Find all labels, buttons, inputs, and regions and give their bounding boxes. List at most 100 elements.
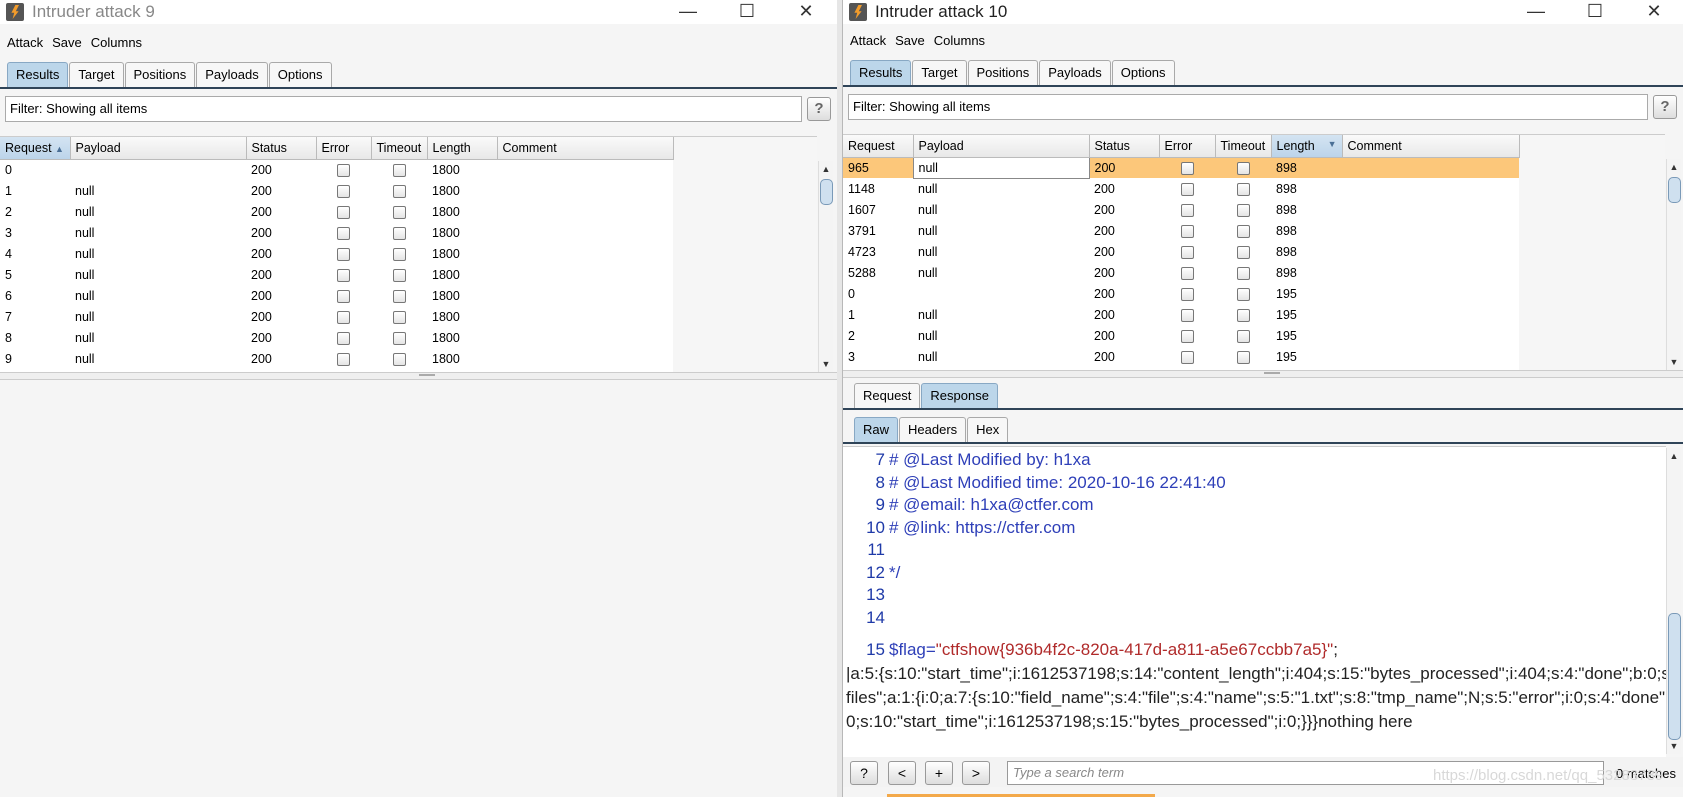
table-row[interactable]: 1 null 200 195 [843, 304, 1519, 325]
checkbox[interactable] [392, 352, 406, 366]
checkbox[interactable] [1236, 308, 1250, 322]
col-error[interactable]: Error [1159, 135, 1216, 158]
checkbox[interactable] [1180, 182, 1194, 196]
tab-target[interactable]: Target [912, 60, 967, 85]
tab-payloads[interactable]: Payloads [196, 62, 268, 87]
checkbox[interactable] [392, 184, 406, 198]
checkbox[interactable] [392, 289, 406, 303]
tab-results[interactable]: Results [850, 60, 912, 85]
checkbox[interactable] [337, 247, 350, 261]
table-row[interactable]: 1 null 200 1800 [0, 180, 673, 201]
table-row[interactable]: 6 null 200 1800 [0, 285, 673, 306]
filter-bar[interactable]: Filter: Showing all items [848, 94, 1648, 120]
col-timeout[interactable]: Timeout [1215, 135, 1272, 158]
response-body[interactable]: 7 # @Last Modified by: h1xa 8 # @Last Modif… [843, 446, 1666, 757]
checkbox[interactable] [1236, 266, 1250, 280]
checkbox[interactable] [1180, 329, 1194, 343]
col-status[interactable]: Status [1089, 135, 1160, 158]
col-payload[interactable]: Payload [913, 135, 1090, 158]
checkbox[interactable] [1236, 203, 1250, 217]
menu-attack[interactable]: Attack [850, 30, 886, 52]
col-length[interactable]: Length [427, 137, 498, 160]
checkbox[interactable] [1180, 350, 1194, 364]
table-row[interactable]: 3 null 200 195 [843, 346, 1519, 367]
tab-payloads[interactable]: Payloads [1039, 60, 1111, 85]
help-icon[interactable]: ? [1653, 95, 1677, 119]
checkbox[interactable] [1180, 245, 1194, 259]
col-comment[interactable]: Comment [497, 137, 674, 160]
checkbox[interactable] [337, 352, 350, 366]
checkbox[interactable] [1180, 287, 1194, 301]
col-payload[interactable]: Payload [70, 137, 247, 160]
tab-target[interactable]: Target [69, 62, 124, 87]
menu-columns[interactable]: Columns [934, 30, 985, 52]
table-row[interactable]: 4 null 200 1800 [0, 243, 673, 264]
tab-positions[interactable]: Positions [967, 60, 1039, 85]
table-row[interactable]: 2 null 200 195 [843, 325, 1519, 346]
col-timeout[interactable]: Timeout [371, 137, 428, 160]
col-length[interactable]: Length ▼ [1271, 135, 1343, 158]
checkbox[interactable] [1180, 224, 1194, 238]
search-help-button[interactable]: ? [850, 761, 878, 785]
checkbox[interactable] [392, 226, 406, 240]
checkbox[interactable] [1236, 224, 1250, 238]
checkbox[interactable] [392, 331, 406, 345]
next-button[interactable]: > [962, 761, 990, 785]
tab-positions[interactable]: Positions [124, 62, 196, 87]
tab-options[interactable]: Options [1111, 60, 1175, 85]
table-row[interactable]: 5288 null 200 898 [843, 262, 1519, 283]
checkbox[interactable] [1180, 161, 1194, 175]
col-error[interactable]: Error [316, 137, 372, 160]
checkbox[interactable] [337, 163, 350, 177]
checkbox[interactable] [337, 268, 350, 282]
table-row[interactable]: 2 null 200 1800 [0, 201, 673, 222]
checkbox[interactable] [337, 226, 350, 240]
close-icon[interactable]: ✕ [1631, 0, 1677, 24]
col-request[interactable]: Request [843, 135, 914, 158]
checkbox[interactable] [1236, 329, 1250, 343]
checkbox[interactable] [1236, 161, 1250, 175]
checkbox[interactable] [337, 310, 350, 324]
checkbox[interactable] [1180, 203, 1194, 217]
previous-button[interactable]: < [888, 761, 916, 785]
checkbox[interactable] [337, 184, 350, 198]
table-row[interactable]: 3791 null 200 898 [843, 220, 1519, 241]
table-row[interactable]: 0 200 195 [843, 283, 1519, 304]
table-row[interactable]: 965 null 200 898 [843, 156, 1519, 179]
checkbox[interactable] [392, 310, 406, 324]
help-icon[interactable]: ? [807, 97, 831, 121]
table-row[interactable]: 7 null 200 1800 [0, 306, 673, 327]
close-icon[interactable]: ✕ [783, 0, 829, 24]
menu-save[interactable]: Save [52, 32, 82, 54]
add-button[interactable]: + [925, 761, 953, 785]
checkbox[interactable] [337, 205, 350, 219]
menu-columns[interactable]: Columns [91, 32, 142, 54]
menu-attack[interactable]: Attack [7, 32, 43, 54]
tab-options[interactable]: Options [268, 62, 332, 87]
splitter[interactable] [843, 370, 1683, 378]
maximize-icon[interactable]: ☐ [724, 0, 770, 24]
table-row[interactable]: 1148 null 200 898 [843, 178, 1519, 199]
tab-raw[interactable]: Raw [854, 417, 899, 442]
col-request[interactable]: Request ▲ [0, 137, 71, 160]
maximize-icon[interactable]: ☐ [1572, 0, 1618, 24]
table-row[interactable]: 4723 null 200 898 [843, 241, 1519, 262]
col-comment[interactable]: Comment [1342, 135, 1520, 158]
tab-request[interactable]: Request [854, 383, 921, 408]
checkbox[interactable] [1236, 350, 1250, 364]
checkbox[interactable] [1180, 266, 1194, 280]
checkbox[interactable] [1236, 182, 1250, 196]
minimize-icon[interactable]: — [665, 0, 711, 24]
results-scrollbar[interactable]: ▲ ▼ [818, 161, 833, 372]
response-scrollbar[interactable]: ▲ ▼ [1666, 448, 1681, 754]
table-row[interactable]: 5 null 200 1800 [0, 264, 673, 285]
tab-hex[interactable]: Hex [967, 417, 1009, 442]
tab-headers[interactable]: Headers [899, 417, 967, 442]
table-row[interactable]: 9 null 200 1800 [0, 348, 673, 369]
checkbox[interactable] [1236, 245, 1250, 259]
checkbox[interactable] [392, 268, 406, 282]
tab-results[interactable]: Results [7, 62, 69, 87]
table-row[interactable]: 0 200 1800 [0, 159, 673, 180]
checkbox[interactable] [1180, 308, 1194, 322]
filter-bar[interactable]: Filter: Showing all items [5, 96, 802, 122]
